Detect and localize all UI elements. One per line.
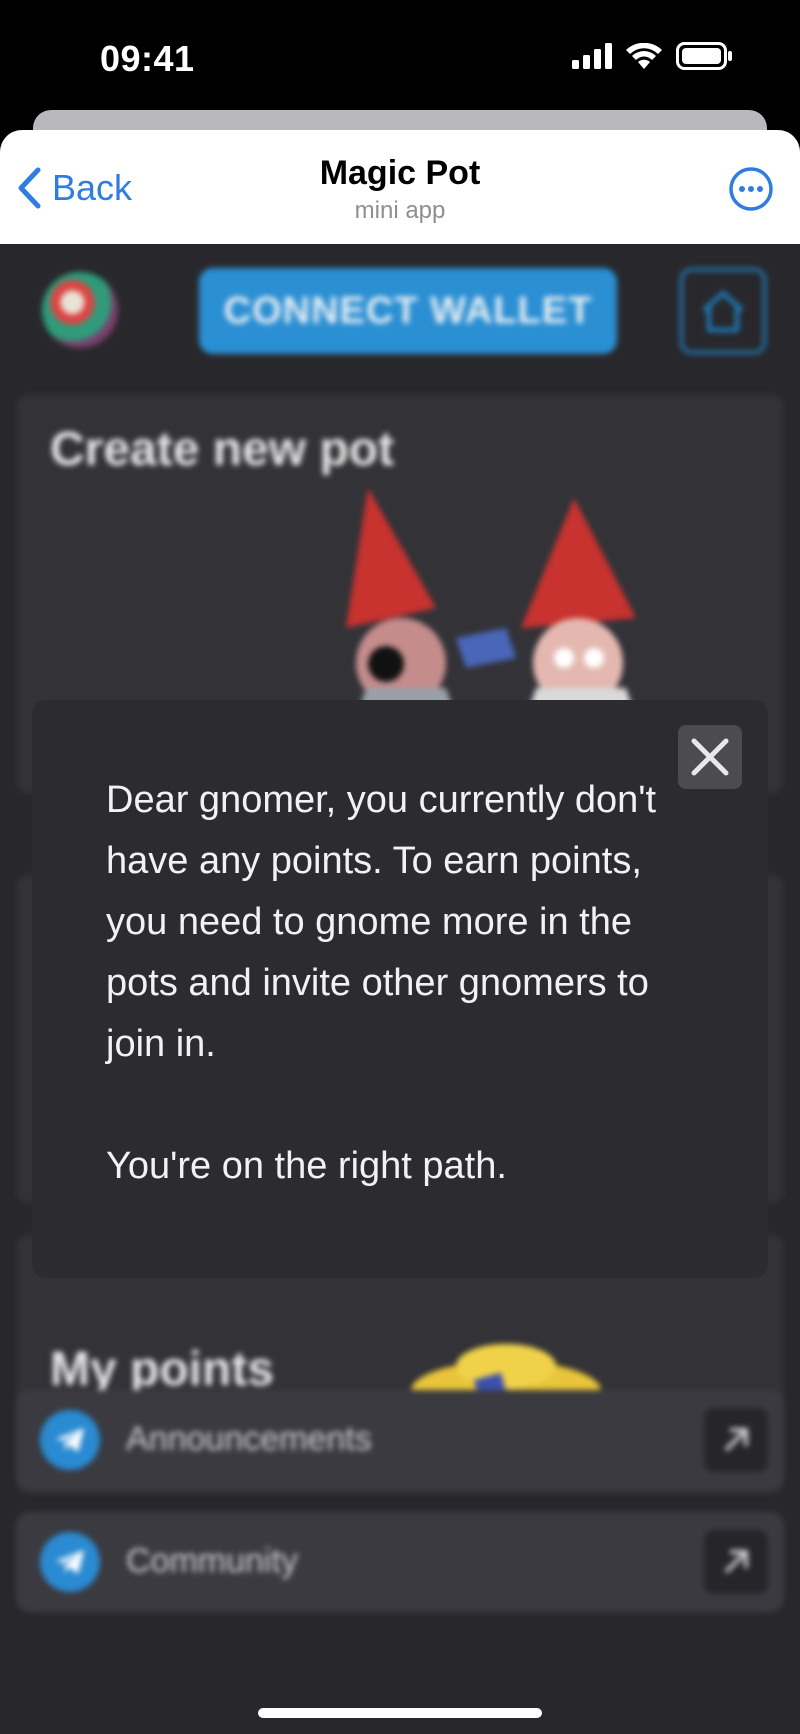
announcements-label: Announcements — [126, 1420, 372, 1458]
battery-icon — [676, 42, 732, 70]
external-link-icon — [704, 1408, 768, 1472]
app-subtitle: mini app — [354, 197, 446, 224]
more-options-button[interactable] — [728, 166, 774, 217]
close-button[interactable] — [678, 725, 742, 789]
avatar[interactable] — [42, 272, 118, 348]
community-label: Community — [126, 1542, 298, 1580]
home-indicator[interactable] — [258, 1708, 542, 1718]
announcements-link[interactable]: Announcements — [16, 1390, 784, 1490]
modal-encouragement-text: You're on the right path. — [106, 1145, 507, 1187]
external-link-icon — [704, 1530, 768, 1594]
connect-wallet-button[interactable]: CONNECT WALLET — [199, 268, 617, 354]
status-icons — [572, 42, 732, 70]
home-icon — [702, 291, 744, 332]
signal-icon — [572, 43, 612, 69]
modal-message: Dear gnomer, you currently don't have an… — [106, 770, 666, 1197]
app-title: Magic Pot — [319, 154, 481, 192]
status-time: 09:41 — [100, 38, 195, 79]
mini-app-header: Back Magic Pot mini app — [0, 130, 800, 244]
home-button[interactable] — [680, 268, 766, 354]
more-icon — [729, 167, 773, 211]
wifi-icon — [626, 43, 662, 69]
title-block: Magic Pot mini app — [0, 154, 800, 225]
points-info-modal: Dear gnomer, you currently don't have an… — [32, 700, 768, 1278]
telegram-icon — [40, 1410, 100, 1470]
modal-message-text: Dear gnomer, you currently don't have an… — [106, 779, 657, 1065]
create-pot-title: Create new pot — [50, 423, 395, 476]
status-bar: 09:41 — [0, 0, 800, 120]
community-link[interactable]: Community — [16, 1512, 784, 1612]
close-icon — [691, 738, 729, 776]
telegram-icon — [40, 1532, 100, 1592]
